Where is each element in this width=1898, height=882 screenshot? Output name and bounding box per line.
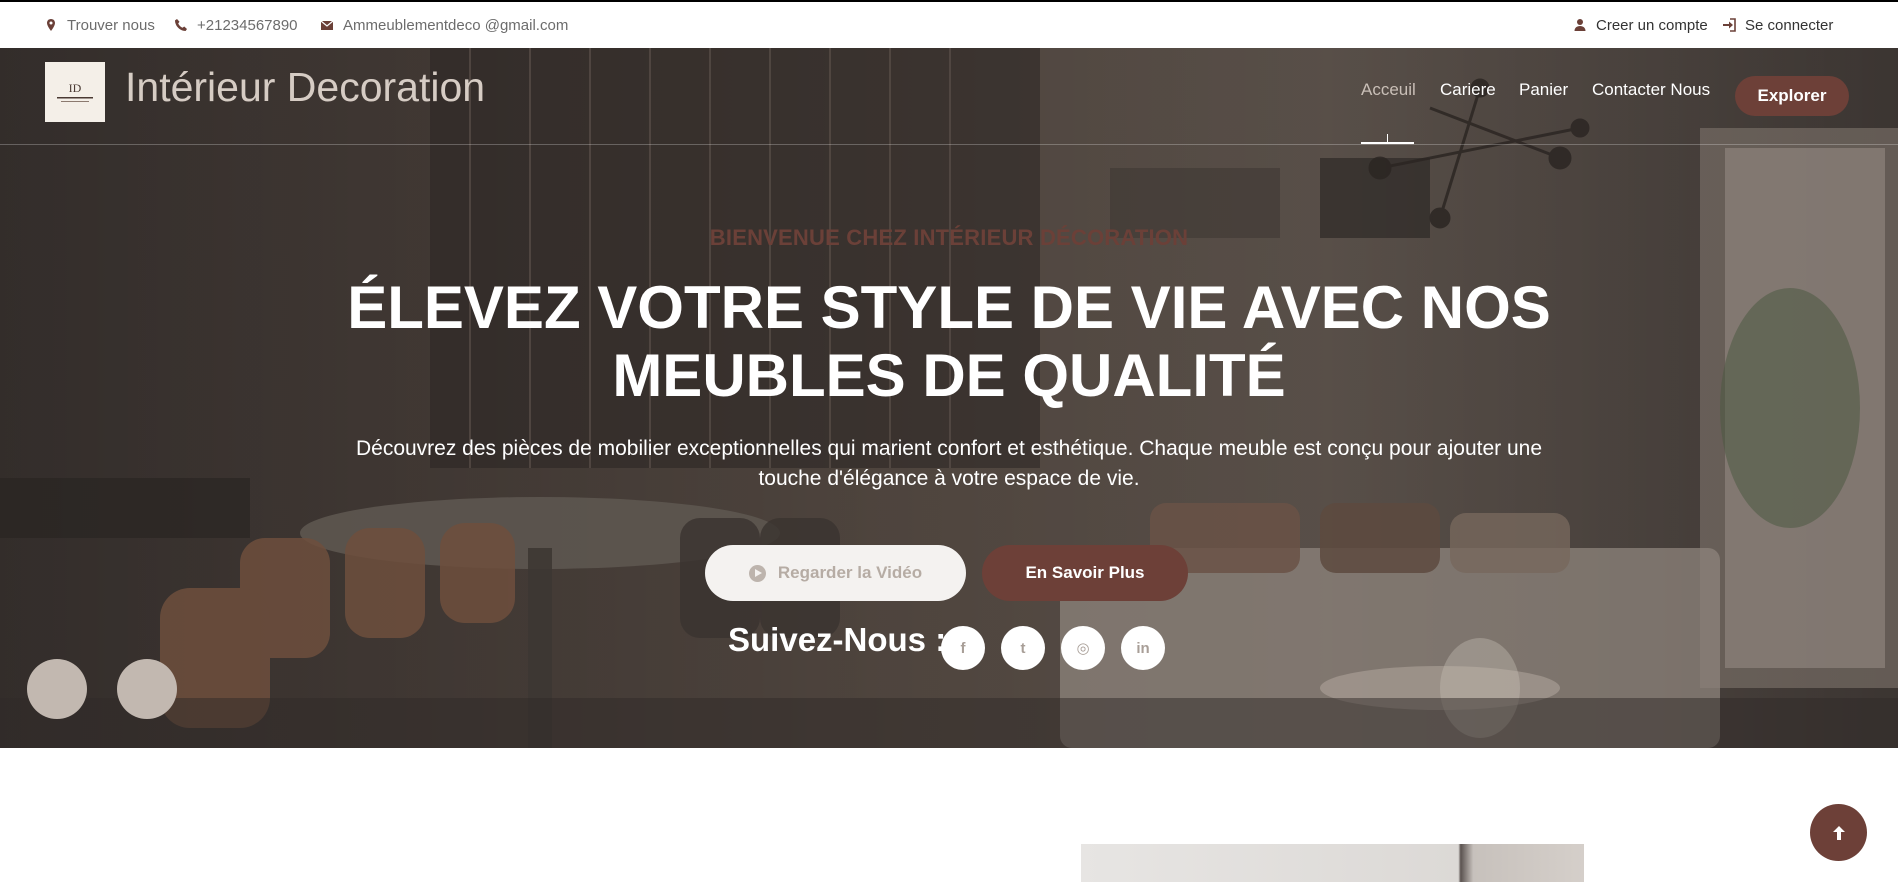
facebook-icon[interactable]: f bbox=[941, 626, 985, 670]
email-link[interactable]: Ammeublementdeco @gmail.com bbox=[320, 2, 568, 48]
hero-headline-line-2: MEUBLES DE QUALITÉ bbox=[612, 342, 1286, 409]
logo-mark: ID bbox=[57, 81, 93, 102]
arrow-up-icon bbox=[1832, 825, 1845, 840]
top-info-bar: Trouver nous +21234567890 Ammeublementde… bbox=[0, 2, 1898, 48]
create-account-link[interactable]: Creer un compte bbox=[1573, 2, 1708, 48]
header-divider bbox=[0, 144, 1898, 145]
hero-welcome-text: BIENVENUE CHEZ INTÉRIEUR DÉCORATION bbox=[709, 225, 1189, 250]
login-label: Se connecter bbox=[1745, 16, 1834, 34]
brand-logo[interactable]: ID bbox=[45, 62, 105, 122]
nav-acceuil[interactable]: Acceuil bbox=[1361, 80, 1416, 100]
linkedin-icon[interactable]: in bbox=[1121, 626, 1165, 670]
phone-icon bbox=[174, 18, 188, 32]
back-to-top-button[interactable] bbox=[1810, 804, 1867, 861]
brand-name[interactable]: Intérieur Decoration bbox=[125, 64, 485, 111]
login-icon bbox=[1722, 18, 1736, 32]
play-icon bbox=[748, 564, 766, 582]
nav-cariere[interactable]: Cariere bbox=[1440, 80, 1496, 100]
twitter-icon[interactable]: t bbox=[1001, 626, 1045, 670]
instagram-icon[interactable]: ◎ bbox=[1061, 626, 1105, 670]
location-icon bbox=[44, 18, 58, 32]
hero-subtitle-line-2: touche d'élégance à votre espace de vie. bbox=[758, 467, 1140, 490]
create-account-label: Creer un compte bbox=[1596, 16, 1708, 34]
follow-us-label: Suivez-Nous : bbox=[728, 621, 947, 658]
hero-headline-line-1: ÉLEVEZ VOTRE STYLE DE VIE AVEC NOS bbox=[347, 274, 1551, 341]
find-us-label: Trouver nous bbox=[67, 16, 155, 34]
about-section-image bbox=[1081, 844, 1584, 882]
carousel-next-button[interactable] bbox=[117, 659, 177, 719]
login-link[interactable]: Se connecter bbox=[1722, 2, 1833, 48]
phone-number: +21234567890 bbox=[197, 16, 298, 34]
svg-text:ID: ID bbox=[69, 81, 82, 95]
find-us-link[interactable]: Trouver nous bbox=[44, 2, 155, 48]
nav-panier[interactable]: Panier bbox=[1519, 80, 1568, 100]
hero-headline: ÉLEVEZ VOTRE STYLE DE VIE AVEC NOS MEUBL… bbox=[0, 274, 1898, 410]
carousel-prev-button[interactable] bbox=[27, 659, 87, 719]
watch-video-button[interactable]: Regarder la Vidéo bbox=[705, 545, 966, 601]
hero-section: ID Intérieur Decoration Acceuil Cariere … bbox=[0, 48, 1898, 748]
learn-more-button[interactable]: En Savoir Plus bbox=[982, 545, 1188, 601]
hero-subtitle: Découvrez des pièces de mobilier excepti… bbox=[330, 434, 1568, 494]
explore-button[interactable]: Explorer bbox=[1735, 76, 1849, 116]
email-address: Ammeublementdeco @gmail.com bbox=[343, 16, 569, 34]
user-icon bbox=[1573, 18, 1587, 32]
hero-subtitle-line-1: Découvrez des pièces de mobilier excepti… bbox=[355, 437, 1543, 460]
mail-icon bbox=[320, 18, 334, 32]
phone-link[interactable]: +21234567890 bbox=[174, 2, 298, 48]
nav-contacter-nous[interactable]: Contacter Nous bbox=[1592, 80, 1710, 100]
watch-video-label: Regarder la Vidéo bbox=[777, 563, 923, 582]
